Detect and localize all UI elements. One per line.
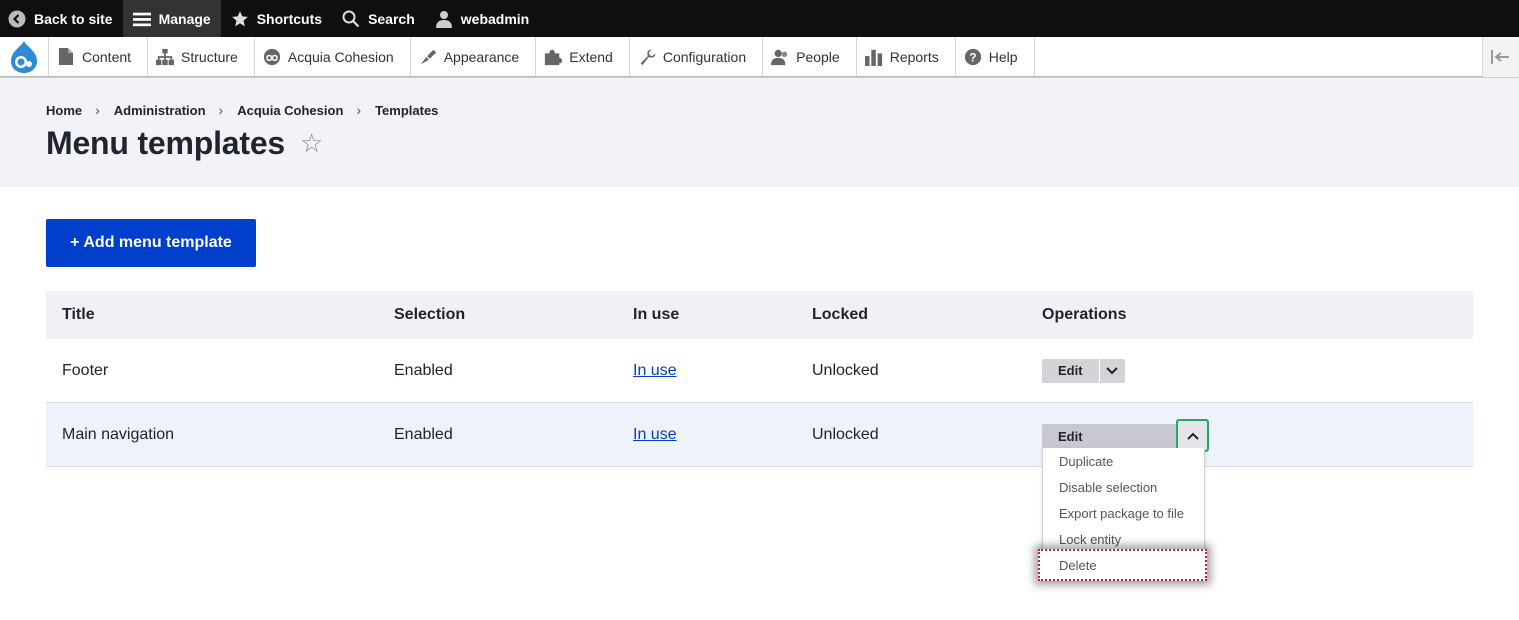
help-icon: ?	[964, 48, 982, 66]
admin-toolbar: Back to site Manage Shortcuts Search web…	[0, 0, 1519, 37]
wrench-icon	[638, 48, 656, 66]
row-title: Footer	[62, 361, 109, 379]
breadcrumb: Home › Administration › Acquia Cohesion …	[46, 102, 438, 118]
breadcrumb-templates[interactable]: Templates	[375, 103, 438, 118]
table-row: Main navigation Enabled In use Unlocked	[46, 403, 1473, 467]
tray-item-acquia-cohesion[interactable]: Acquia Cohesion	[253, 37, 410, 76]
chevron-down-icon[interactable]	[1098, 358, 1125, 383]
breadcrumb-separator: ›	[218, 102, 224, 118]
admin-tray: Content Structure Acquia Cohesion Appear…	[0, 37, 1519, 77]
add-menu-template-button[interactable]: + Add menu template	[46, 219, 256, 267]
tray-item-appearance[interactable]: Appearance	[409, 37, 536, 76]
tray-item-extend[interactable]: Extend	[535, 37, 629, 76]
tray-item-help[interactable]: ? Help	[954, 37, 1034, 76]
row-locked: Unlocked	[812, 361, 879, 379]
column-header-title: Title	[62, 306, 95, 323]
people-icon	[771, 48, 789, 66]
page-header: Home › Administration › Acquia Cohesion …	[0, 78, 1519, 187]
back-to-site-link[interactable]: Back to site	[0, 0, 123, 37]
tray-label-content: Content	[82, 48, 132, 65]
tray-item-configuration[interactable]: Configuration	[628, 37, 762, 76]
user-label: webadmin	[460, 10, 530, 27]
edit-button[interactable]: Edit	[1042, 358, 1099, 383]
breadcrumb-acquia-cohesion[interactable]: Acquia Cohesion	[237, 103, 343, 118]
search-label: Search	[368, 10, 415, 27]
in-use-link[interactable]: In use	[633, 362, 677, 380]
column-header-in-use: In use	[633, 306, 680, 323]
shortcuts-label: Shortcuts	[256, 10, 323, 27]
row-title: Main navigation	[62, 425, 175, 443]
tray-item-content[interactable]: Content	[48, 37, 147, 76]
breadcrumb-administration[interactable]: Administration	[114, 103, 206, 118]
row-selection: Enabled	[394, 425, 453, 443]
tray-item-people[interactable]: People	[762, 37, 856, 76]
sitemap-icon	[156, 48, 175, 66]
tray-label-people: People	[796, 48, 840, 65]
collapse-tray-icon[interactable]	[1482, 37, 1519, 77]
tray-item-reports[interactable]: Reports	[855, 37, 955, 76]
back-to-site-label: Back to site	[34, 10, 113, 27]
menu-item-disable-selection[interactable]: Disable selection	[1043, 474, 1204, 500]
breadcrumb-separator: ›	[356, 102, 362, 118]
page-icon	[57, 48, 75, 66]
table-row: Footer Enabled In use Unlocked Edit	[46, 339, 1473, 403]
breadcrumb-home[interactable]: Home	[46, 103, 82, 118]
add-shortcut-star-icon[interactable]: ☆	[300, 130, 323, 156]
tray-label-reports: Reports	[889, 48, 939, 65]
row-locked: Unlocked	[812, 425, 879, 443]
tray-item-structure[interactable]: Structure	[147, 37, 254, 76]
hamburger-icon	[132, 10, 151, 28]
column-header-operations: Operations	[1042, 306, 1127, 323]
menu-item-duplicate[interactable]: Duplicate	[1043, 448, 1204, 474]
tray-label-acquia-cohesion: Acquia Cohesion	[287, 48, 394, 65]
breadcrumb-separator: ›	[95, 102, 100, 118]
menu-item-delete[interactable]: Delete	[1038, 549, 1207, 581]
operations-dropbutton: Edit	[1042, 358, 1125, 383]
back-arrow-icon	[8, 10, 26, 28]
row-selection: Enabled	[394, 361, 453, 379]
menu-item-export-package[interactable]: Export package to file	[1043, 500, 1204, 526]
paintbrush-icon	[419, 48, 437, 66]
puzzle-icon	[544, 48, 563, 66]
star-icon	[231, 10, 249, 28]
manage-tab[interactable]: Manage	[122, 0, 221, 37]
svg-text:?: ?	[969, 51, 976, 64]
templates-table: Title Selection In use Locked Operations…	[46, 291, 1473, 467]
tray-label-extend: Extend	[569, 48, 613, 65]
search-tab[interactable]: Search	[332, 0, 425, 37]
tray-divider	[1033, 37, 1035, 76]
page-title: Menu templates	[46, 125, 286, 161]
tray-label-appearance: Appearance	[443, 48, 520, 65]
column-header-locked: Locked	[812, 306, 869, 323]
column-header-selection: Selection	[394, 306, 466, 323]
shortcuts-tab[interactable]: Shortcuts	[221, 0, 332, 37]
user-icon	[435, 10, 453, 28]
tray-label-help: Help	[988, 48, 1018, 65]
tray-label-configuration: Configuration	[662, 48, 747, 65]
bar-chart-icon	[864, 48, 883, 66]
manage-label: Manage	[158, 10, 211, 27]
search-icon	[342, 10, 360, 28]
edit-button[interactable]: Edit	[1042, 424, 1177, 448]
table-header: Title Selection In use Locked Operations	[46, 291, 1473, 339]
user-tab[interactable]: webadmin	[425, 0, 539, 37]
cohesion-icon	[263, 48, 281, 66]
drupal-logo-icon[interactable]	[0, 37, 48, 76]
tray-label-structure: Structure	[181, 48, 238, 65]
in-use-link[interactable]: In use	[633, 426, 677, 444]
